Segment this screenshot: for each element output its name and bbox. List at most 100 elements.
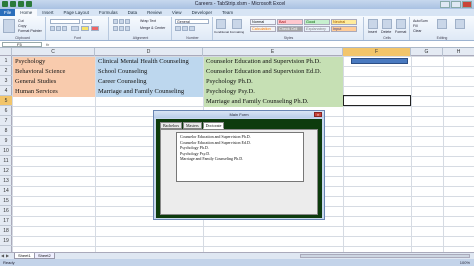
align-top-icon[interactable] — [113, 19, 118, 24]
excel-logo-icon[interactable] — [2, 1, 8, 7]
font-name-dropdown[interactable] — [50, 19, 80, 24]
style-check-cell[interactable]: Check Cell — [277, 26, 303, 32]
row-header-3[interactable]: 3 — [0, 76, 12, 86]
row-header-15[interactable]: 15 — [0, 196, 12, 206]
active-cell-f5[interactable] — [343, 95, 411, 106]
clear-button[interactable]: Clear — [413, 29, 422, 33]
column-header-d[interactable]: D — [95, 48, 203, 56]
column-header-f[interactable]: F — [343, 48, 411, 56]
delete-cells-icon[interactable] — [382, 19, 392, 29]
formula-input[interactable] — [56, 42, 471, 47]
tab-developer[interactable]: Developer — [187, 9, 218, 16]
column-header-h[interactable]: H — [443, 48, 474, 56]
style-calculation[interactable]: Calculation — [250, 26, 276, 32]
dialog-title-bar[interactable]: Main Form × — [154, 111, 324, 118]
row-header-16[interactable]: 16 — [0, 206, 12, 216]
find-select-icon[interactable] — [455, 19, 465, 29]
font-color-icon[interactable] — [91, 26, 99, 31]
row-header-12[interactable]: 12 — [0, 166, 12, 176]
row-header-8[interactable]: 8 — [0, 126, 12, 136]
column-header-e[interactable]: E — [203, 48, 343, 56]
cell-e2[interactable]: Counselor Education and Supervision Ed.D… — [204, 67, 343, 77]
row-header-7[interactable]: 7 — [0, 116, 12, 126]
format-as-table-icon[interactable] — [232, 19, 242, 29]
format-cells-icon[interactable] — [396, 19, 406, 29]
tab-file[interactable]: File — [0, 9, 16, 16]
cut-button[interactable]: Cut — [18, 19, 24, 23]
fill-button[interactable]: Fill — [413, 24, 418, 28]
cell-c3[interactable]: General Studies — [13, 77, 95, 87]
row-header-6[interactable]: 6 — [0, 106, 12, 116]
save-icon[interactable] — [10, 1, 16, 7]
align-bottom-icon[interactable] — [125, 19, 130, 24]
style-good[interactable]: Good — [304, 19, 330, 25]
format-button[interactable]: Format — [395, 30, 406, 34]
tab-view[interactable]: View — [167, 9, 187, 16]
copy-button[interactable]: Copy — [18, 24, 26, 28]
insert-button[interactable]: Insert — [368, 30, 377, 34]
row-header-19[interactable]: 19 — [0, 236, 12, 246]
horizontal-scrollbar[interactable] — [300, 254, 470, 258]
comma-icon[interactable] — [189, 26, 195, 31]
borders-icon[interactable] — [71, 26, 79, 31]
percent-icon[interactable] — [182, 26, 188, 31]
cell-d3[interactable]: Career Counseling — [96, 77, 203, 87]
list-item[interactable]: Marriage and Family Counseling Ph.D. — [180, 156, 300, 162]
tab-team[interactable]: Team — [217, 9, 238, 16]
tab-doctorate[interactable]: Doctorate — [202, 122, 225, 129]
delete-button[interactable]: Delete — [381, 30, 391, 34]
tab-page-layout[interactable]: Page Layout — [59, 9, 94, 16]
align-center-icon[interactable] — [119, 26, 124, 31]
row-header-18[interactable]: 18 — [0, 226, 12, 236]
cell-e3[interactable]: Psychology Ph.D. — [204, 77, 343, 87]
row-header-14[interactable]: 14 — [0, 186, 12, 196]
tab-review[interactable]: Review — [142, 9, 167, 16]
currency-icon[interactable] — [175, 26, 181, 31]
sort-filter-icon[interactable] — [437, 19, 447, 29]
row-header-9[interactable]: 9 — [0, 136, 12, 146]
tab-data[interactable]: Data — [123, 9, 143, 16]
row-header-4[interactable]: 4 — [0, 86, 12, 96]
wrap-text-button[interactable]: Wrap Text — [140, 19, 156, 23]
cell-e1[interactable]: Counselor Education and Supervision Ph.D… — [204, 57, 343, 67]
column-header-c[interactable]: C — [12, 48, 95, 56]
merge-center-button[interactable]: Merge & Center — [140, 26, 165, 30]
conditional-formatting-button[interactable]: Conditional Formatting — [214, 30, 244, 34]
select-all-corner[interactable] — [0, 48, 12, 56]
style-explanatory[interactable]: Explanatory — [304, 26, 330, 32]
cell-e4[interactable]: Psychology Psy.D. — [204, 87, 343, 97]
font-size-dropdown[interactable] — [82, 19, 92, 24]
minimize-button[interactable] — [440, 1, 450, 8]
close-button[interactable] — [462, 1, 472, 8]
cell-d1[interactable]: Clinical Mental Health Counseling — [96, 57, 203, 67]
name-box[interactable]: F5 — [2, 42, 42, 47]
next-sheet-icon[interactable]: ▶ — [6, 254, 10, 258]
row-header-11[interactable]: 11 — [0, 156, 12, 166]
number-format-dropdown[interactable]: General — [175, 19, 209, 24]
zoom-level[interactable]: 100% — [460, 259, 470, 266]
style-normal[interactable]: Normal — [250, 19, 276, 25]
row-header-13[interactable]: 13 — [0, 176, 12, 186]
dialog-close-button[interactable]: × — [314, 112, 322, 117]
align-middle-icon[interactable] — [119, 19, 124, 24]
cell-e5[interactable]: Marriage and Family Counseling Ph.D. — [204, 97, 343, 107]
tab-insert[interactable]: Insert — [37, 9, 58, 16]
row-header-5[interactable]: 5 — [0, 96, 12, 106]
cell-d2[interactable]: School Counseling — [96, 67, 203, 77]
fill-color-icon[interactable] — [81, 26, 89, 31]
italic-icon[interactable] — [56, 26, 61, 31]
tab-masters[interactable]: Masters — [183, 122, 202, 129]
tab-formulas[interactable]: Formulas — [94, 9, 123, 16]
tab-home[interactable]: Home — [15, 9, 38, 16]
style-bad[interactable]: Bad — [277, 19, 303, 25]
row-header-17[interactable]: 17 — [0, 216, 12, 226]
row-header-1[interactable]: 1 — [0, 56, 12, 66]
autosum-button[interactable]: AutoSum — [413, 19, 428, 23]
tab-bachelors[interactable]: Bachelors — [160, 122, 182, 129]
row-header-2[interactable]: 2 — [0, 66, 12, 76]
degree-listbox[interactable]: Counselor Education and Supervision Ph.D… — [176, 132, 304, 182]
row-header-10[interactable]: 10 — [0, 146, 12, 156]
align-right-icon[interactable] — [125, 26, 130, 31]
insert-cells-icon[interactable] — [368, 19, 378, 29]
redo-icon[interactable] — [26, 1, 32, 7]
